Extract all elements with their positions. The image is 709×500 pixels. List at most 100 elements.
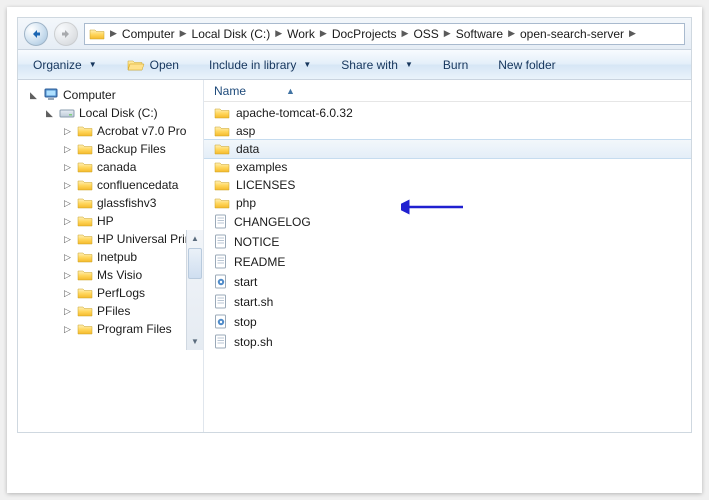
share-label: Share with [341, 58, 398, 72]
tree-folder-item[interactable]: ▷ Inetpub [18, 248, 203, 266]
sort-asc-icon: ▲ [286, 86, 295, 96]
chevron-right-icon: ▶ [441, 28, 454, 39]
folder-icon [214, 178, 230, 192]
file-row[interactable]: NOTICE [204, 232, 691, 252]
scroll-up-icon[interactable]: ▲ [187, 230, 203, 247]
breadcrumb-item[interactable]: Local Disk (C:) [190, 27, 273, 41]
expand-icon[interactable]: ▷ [62, 270, 73, 281]
tree-folder-item[interactable]: ▷ glassfishv3 [18, 194, 203, 212]
file-row[interactable]: asp [204, 122, 691, 140]
file-list[interactable]: apache-tomcat-6.0.32 aspdataexamples LICEN… [204, 102, 691, 352]
tree-folder-item[interactable]: ▷ PerfLogs [18, 284, 203, 302]
breadcrumb-item[interactable]: Software [454, 27, 505, 41]
file-name: asp [236, 124, 255, 138]
tree-label: PerfLogs [97, 286, 145, 300]
expand-icon[interactable]: ▷ [62, 126, 73, 137]
expand-icon[interactable]: ▷ [62, 306, 73, 317]
folder-icon [77, 232, 93, 246]
back-button[interactable] [24, 22, 48, 46]
folder-icon [214, 196, 230, 210]
chevron-down-icon: ▼ [405, 60, 413, 69]
burn-button[interactable]: Burn [438, 55, 473, 75]
file-row[interactable]: data [204, 139, 691, 159]
chevron-right-icon: ▶ [107, 28, 120, 39]
tree-label: Inetpub [97, 250, 137, 264]
tree-label: Local Disk (C:) [79, 106, 158, 120]
tree-folder-item[interactable]: ▷Backup Files [18, 140, 203, 158]
file-row[interactable]: stop [204, 312, 691, 332]
tree-folder-item[interactable]: ▷canada [18, 158, 203, 176]
folder-icon [77, 268, 93, 282]
expand-icon[interactable]: ▷ [62, 180, 73, 191]
organize-button[interactable]: Organize▼ [28, 55, 102, 75]
file-row[interactable]: stop.sh [204, 332, 691, 352]
file-name: examples [236, 160, 287, 174]
file-row[interactable]: examples [204, 158, 691, 176]
folder-icon [77, 124, 93, 138]
file-row[interactable]: start.sh [204, 292, 691, 312]
file-row[interactable]: LICENSES [204, 176, 691, 194]
tree-folder-item[interactable]: ▷confluencedata [18, 176, 203, 194]
file-row[interactable]: README [204, 252, 691, 272]
expand-icon[interactable]: ▷ [62, 144, 73, 155]
scroll-thumb[interactable] [188, 248, 202, 279]
file-row[interactable]: start [204, 272, 691, 292]
file-icon [214, 334, 228, 350]
breadcrumb-item[interactable]: Computer [120, 27, 177, 41]
file-row[interactable]: CHANGELOG [204, 212, 691, 232]
file-name: start.sh [234, 295, 273, 309]
tree-folder-item[interactable]: ▷Ms Visio [18, 266, 203, 284]
expand-icon[interactable]: ▷ [62, 198, 73, 209]
breadcrumb-item[interactable]: OSS [411, 27, 440, 41]
forward-button[interactable] [54, 22, 78, 46]
scroll-track[interactable] [187, 280, 203, 333]
explorer-window: ▶ Computer ▶ Local Disk (C:) ▶ Work ▶ Do… [17, 17, 692, 433]
tree-label: Acrobat v7.0 Pro [97, 124, 186, 138]
nav-tree[interactable]: ◣ Computer ◣ Local Disk (C:) ▷ Acrobat v7… [18, 80, 204, 432]
expand-icon[interactable]: ▷ [62, 288, 73, 299]
include-library-button[interactable]: Include in library▼ [204, 55, 316, 75]
expand-icon[interactable]: ▷ [62, 252, 73, 263]
tree-label: Program Files [97, 322, 172, 336]
file-row[interactable]: apache-tomcat-6.0.32 [204, 104, 691, 122]
expand-icon[interactable]: ▷ [62, 162, 73, 173]
tree-computer[interactable]: ◣ Computer [18, 86, 203, 104]
address-bar[interactable]: ▶ Computer ▶ Local Disk (C:) ▶ Work ▶ Do… [84, 23, 685, 45]
collapse-icon[interactable]: ◣ [44, 108, 55, 119]
tree-label: Computer [63, 88, 116, 102]
tree-folder-item[interactable]: ▷HP Universal Print [18, 230, 203, 248]
tree-disk[interactable]: ◣ Local Disk (C:) [18, 104, 203, 122]
breadcrumb-item[interactable]: open-search-server [518, 27, 626, 41]
expand-icon[interactable]: ▷ [62, 234, 73, 245]
open-button[interactable]: Open [122, 55, 184, 75]
breadcrumb-item[interactable]: Work [285, 27, 317, 41]
folder-icon [77, 250, 93, 264]
new-folder-button[interactable]: New folder [493, 55, 560, 75]
nav-bar: ▶ Computer ▶ Local Disk (C:) ▶ Work ▶ Do… [18, 18, 691, 50]
tree-folder-item[interactable]: ▷HP [18, 212, 203, 230]
computer-icon [43, 88, 59, 102]
column-header[interactable]: Name ▲ [204, 80, 691, 102]
tree-folder-item[interactable]: ▷ Program Files [18, 320, 203, 338]
batch-file-icon [214, 314, 228, 330]
tree-folder-item[interactable]: ▷ Acrobat v7.0 Pro [18, 122, 203, 140]
include-label: Include in library [209, 58, 296, 72]
folder-icon [214, 124, 230, 138]
folder-icon [89, 27, 105, 41]
share-button[interactable]: Share with ▼ [336, 55, 418, 75]
chevron-right-icon: ▶ [399, 28, 412, 39]
folder-icon [77, 322, 93, 336]
scroll-down-icon[interactable]: ▼ [187, 333, 203, 350]
tree-scrollbar[interactable]: ▲ ▼ [186, 230, 203, 350]
expand-icon[interactable]: ▷ [62, 324, 73, 335]
tree-label: glassfishv3 [97, 196, 156, 210]
expand-icon[interactable]: ▷ [62, 216, 73, 227]
chevron-right-icon: ▶ [505, 28, 518, 39]
file-name: php [236, 196, 256, 210]
collapse-icon[interactable]: ◣ [28, 90, 39, 101]
batch-file-icon [214, 274, 228, 290]
file-row[interactable]: php [204, 194, 691, 212]
file-icon [214, 294, 228, 310]
breadcrumb-item[interactable]: DocProjects [330, 27, 399, 41]
tree-folder-item[interactable]: ▷PFiles [18, 302, 203, 320]
